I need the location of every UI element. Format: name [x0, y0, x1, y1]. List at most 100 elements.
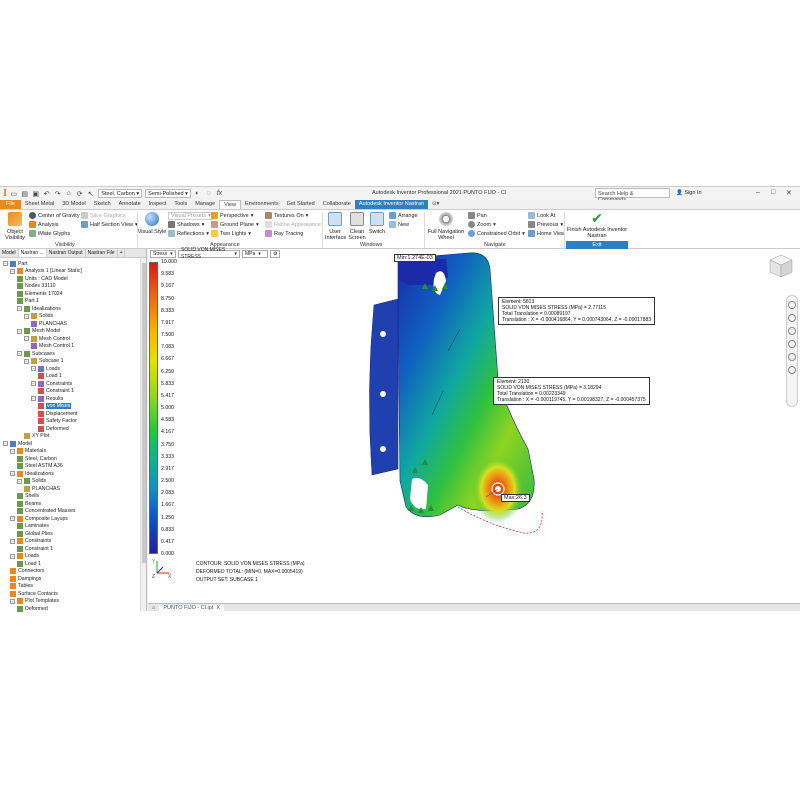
tree-item[interactable]: Connectors: [10, 568, 45, 575]
sign-in-button[interactable]: 👤 Sign In: [676, 190, 702, 196]
collapse-icon[interactable]: −: [3, 261, 8, 266]
tab-file[interactable]: File: [0, 200, 21, 209]
browser-tab-model[interactable]: Model: [0, 249, 19, 257]
tree-item[interactable]: von Mises: [38, 403, 72, 410]
open-file-icon[interactable]: ▤: [20, 189, 29, 198]
minimize-icon[interactable]: –: [756, 189, 760, 196]
result-type-select[interactable]: Stress ▾: [150, 250, 176, 258]
tree-item[interactable]: − Analysis 1 [Linear Static]: [10, 268, 82, 275]
reflections-button[interactable]: Reflections ▾: [168, 230, 209, 237]
redo-icon[interactable]: ↷: [53, 189, 62, 198]
close-icon[interactable]: ✕: [786, 189, 792, 197]
tab-sketch[interactable]: Sketch: [90, 200, 115, 209]
tree-item[interactable]: − Model: [3, 440, 32, 447]
browser-tab-nastran[interactable]: Nastran ...: [18, 249, 47, 257]
home-view-button[interactable]: Home View: [528, 230, 565, 237]
analysis-button[interactable]: Analysis: [29, 221, 58, 228]
nav-orbit-icon[interactable]: [788, 340, 796, 348]
slice-graphics-button[interactable]: Slice Graphics: [81, 212, 125, 219]
tree-item[interactable]: − Part: [3, 260, 28, 267]
collapse-icon[interactable]: −: [17, 478, 22, 484]
tree-item[interactable]: Mesh Control 1: [31, 343, 74, 350]
help-search-input[interactable]: Search Help & Commands...: [595, 188, 670, 203]
tree-item[interactable]: Tables: [10, 583, 33, 590]
result-component-select[interactable]: SOLID VON MISES STRESS ▾: [178, 247, 240, 260]
shadows-button[interactable]: Shadows ▾: [168, 221, 204, 228]
undo-icon[interactable]: ↶: [42, 189, 51, 198]
collapse-icon[interactable]: −: [10, 516, 15, 521]
tree-item[interactable]: − Materials: [10, 448, 46, 455]
tree-item[interactable]: − Subcase 1: [24, 358, 64, 365]
collapse-icon[interactable]: −: [31, 366, 36, 371]
collapse-icon[interactable]: −: [17, 306, 22, 311]
tab-sheet-metal[interactable]: Sheet Metal: [21, 200, 58, 209]
browser-tab-nastran-output[interactable]: Nastran Output: [47, 249, 86, 257]
tree-item[interactable]: Dampings: [10, 575, 41, 582]
switch-button[interactable]: Switch: [368, 212, 386, 235]
close-tab-icon[interactable]: X: [216, 605, 220, 611]
collapse-icon[interactable]: −: [10, 538, 15, 544]
new-window-button[interactable]: New: [389, 221, 409, 228]
zoom-button[interactable]: Zoom ▾: [468, 221, 496, 228]
collapse-icon[interactable]: −: [24, 336, 29, 341]
tree-item[interactable]: − Loads: [31, 365, 60, 372]
collapse-icon[interactable]: −: [17, 328, 22, 334]
tree-item[interactable]: Units : CAD Model: [17, 275, 68, 282]
tab-annotate[interactable]: Annotate: [115, 200, 145, 209]
tree-item[interactable]: Steel ASTM A36: [17, 463, 63, 470]
doc-tab-home-icon[interactable]: ⌂: [148, 605, 159, 611]
tree-item[interactable]: Beams: [17, 500, 41, 507]
tree-item[interactable]: PLANCHAS: [24, 485, 60, 492]
tab-get-started[interactable]: Get Started: [283, 200, 319, 209]
tab-manage[interactable]: Manage: [191, 200, 219, 209]
ribbon-options-icon[interactable]: ⊙▾: [428, 200, 443, 209]
collapse-icon[interactable]: −: [24, 313, 29, 319]
tab-inspect[interactable]: Inspect: [145, 200, 171, 209]
home-icon[interactable]: ⌂: [64, 189, 73, 198]
tab-environments[interactable]: Environments: [241, 200, 283, 209]
tab-inventor-nastran[interactable]: Autodesk Inventor Nastran: [354, 200, 428, 209]
tab-view[interactable]: View: [219, 200, 241, 209]
lighting-button[interactable]: Two Lights ▾: [211, 230, 251, 237]
visual-presets-select[interactable]: Visual Presets ▾: [168, 212, 214, 220]
object-visibility-button[interactable]: Object Visibility: [4, 212, 26, 241]
scrollbar-thumb[interactable]: [142, 263, 146, 563]
collapse-icon[interactable]: −: [31, 381, 36, 386]
update-icon[interactable]: ⟳: [75, 189, 84, 198]
tree-item[interactable]: − Constraints: [10, 538, 51, 545]
tree-item[interactable]: − Loads: [10, 553, 39, 560]
nav-wheel-icon[interactable]: [788, 301, 796, 309]
doc-tab-punto-fijo[interactable]: PUNTO FIJO - Cl.ipt X: [159, 604, 225, 611]
new-file-icon[interactable]: ▭: [9, 189, 18, 198]
tree-item[interactable]: Constraint 1: [17, 545, 53, 552]
browser-tab-add[interactable]: +: [118, 249, 126, 257]
clean-screen-button[interactable]: Clean Screen: [347, 212, 367, 241]
tree-item[interactable]: − Solids: [24, 313, 53, 320]
tab-tools[interactable]: Tools: [170, 200, 191, 209]
tree-item[interactable]: Elements 17024: [17, 290, 63, 297]
tree-item[interactable]: − Constraints: [31, 380, 72, 387]
tree-item[interactable]: Steel, Carbon: [17, 455, 57, 462]
tree-item[interactable]: Global Plies: [17, 530, 53, 537]
ground-plane-button[interactable]: Ground Plane ▾: [211, 221, 259, 228]
browser-tab-nastran-file[interactable]: Nastran File: [86, 249, 118, 257]
refine-appearance-button[interactable]: Refine Appearance: [265, 221, 321, 228]
tree-item[interactable]: − Idealizations: [10, 470, 54, 477]
collapse-icon[interactable]: −: [10, 268, 15, 274]
clear-icon[interactable]: ◌: [204, 189, 213, 198]
perspective-button[interactable]: Perspective ▾: [211, 212, 254, 219]
tree-item[interactable]: Surface Contacts: [10, 590, 58, 597]
tree-item[interactable]: − Plot Templates: [10, 598, 59, 605]
nav-pan-icon[interactable]: [788, 314, 796, 322]
textures-button[interactable]: Textures On ▾: [265, 212, 308, 219]
constrained-orbit-button[interactable]: Constrained Orbit ▾: [468, 230, 525, 237]
center-of-gravity-button[interactable]: Center of Gravity: [29, 212, 80, 219]
view-cube[interactable]: [768, 253, 794, 279]
collapse-icon[interactable]: −: [31, 396, 36, 401]
adjust-icon[interactable]: ◐: [193, 189, 202, 198]
appearance-select[interactable]: Semi-Polished ▾: [145, 189, 191, 198]
tab-3d-model[interactable]: 3D Model: [58, 200, 90, 209]
tree-item[interactable]: Safety Factor: [38, 418, 77, 425]
tree-item[interactable]: Part 1: [17, 298, 39, 305]
tree-item[interactable]: − Solids: [17, 478, 46, 485]
